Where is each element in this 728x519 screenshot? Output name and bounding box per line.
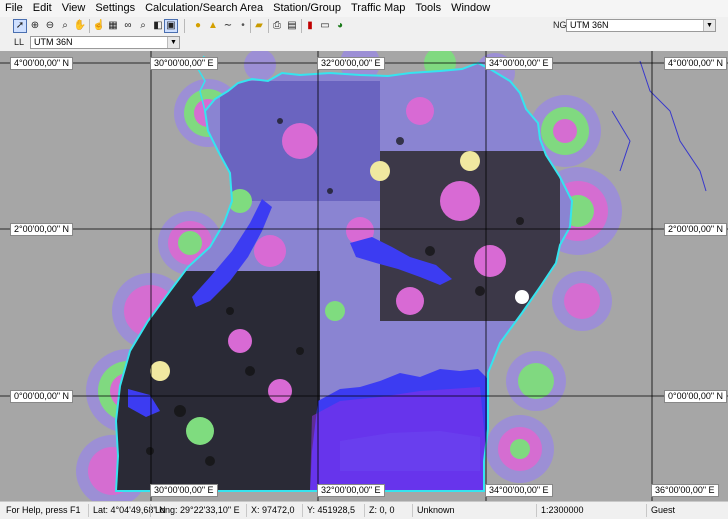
coordinate-system-value: UTM 36N	[34, 37, 73, 47]
grid-label-bottom-30e: 30°00'00,00" E	[150, 484, 218, 497]
projection-select-value: UTM 36N	[570, 20, 609, 30]
toolbar-separator	[301, 19, 302, 33]
circle-icon[interactable]: ●	[191, 19, 205, 33]
menu-file[interactable]: File	[0, 0, 28, 17]
status-latitude: Lat: 4°04'49,68" N	[88, 504, 166, 517]
toolbar-separator	[89, 19, 90, 33]
menu-station-group[interactable]: Station/Group	[268, 0, 346, 17]
grid-label-right-2n: 2°00'00,00" N	[664, 223, 728, 236]
status-y: Y: 451928,5	[302, 504, 364, 517]
river-line	[639, 60, 707, 192]
main-toolbar: ➚ ⊕ ⊖ ⌕ ✋ ☝ ▦ ∞ ⌕ ◧ ▣ ● ▲ ∼ • ▰ ⎙ ▤ ▮ ▭ …	[0, 17, 728, 36]
status-x: X: 97472,0	[246, 504, 302, 517]
zoom-area-icon[interactable]: ⌕	[58, 19, 72, 33]
ll-label: LL	[14, 37, 25, 47]
triangle-icon[interactable]: ▲	[206, 19, 220, 33]
toolbar-separator	[250, 19, 251, 33]
map-canvas[interactable]: 30°00'00,00" E 32°00'00,00" E 34°00'00,0…	[0, 51, 728, 501]
ng-label: NG	[553, 20, 567, 30]
map-svg	[0, 51, 728, 501]
grid-label-top-32e: 32°00'00,00" E	[317, 57, 385, 70]
chevron-down-icon[interactable]: ▼	[167, 37, 179, 48]
map-icon[interactable]: ▦	[106, 19, 120, 33]
grid-label-right-0n: 0°00'00,00" N	[664, 390, 728, 403]
grid-label-left-0n: 0°00'00,00" N	[10, 390, 74, 403]
menu-view[interactable]: View	[57, 0, 91, 17]
folder-icon[interactable]: ▰	[252, 19, 266, 33]
projection-select[interactable]: UTM 36N ▼	[566, 19, 716, 32]
menu-tools[interactable]: Tools	[410, 0, 446, 17]
grid-label-right-4n: 4°00'00,00" N	[664, 57, 728, 70]
print-preview-icon[interactable]: ▤	[285, 19, 299, 33]
layers-icon[interactable]: ◧	[151, 19, 165, 33]
status-help: For Help, press F1	[6, 505, 81, 515]
grid-label-left-2n: 2°00'00,00" N	[10, 223, 74, 236]
bar-chart-icon[interactable]: ▮	[303, 19, 317, 33]
menu-traffic-map[interactable]: Traffic Map	[346, 0, 410, 17]
monitor-icon[interactable]: ▭	[318, 19, 332, 33]
search-icon[interactable]: ⌕	[136, 19, 150, 33]
binoculars-icon[interactable]: ∞	[121, 19, 135, 33]
secondary-toolbar: LL UTM 36N ▼	[0, 35, 728, 52]
hand-icon[interactable]: ☝	[92, 19, 106, 33]
grid-label-bottom-36e: 36°00'00,00" E	[651, 484, 719, 497]
curve-icon[interactable]: ∼	[221, 19, 235, 33]
status-longitude: Long: 29°22'33,10" E	[150, 504, 246, 517]
menu-window[interactable]: Window	[446, 0, 495, 17]
menu-bar: File Edit View Settings Calculation/Sear…	[0, 0, 728, 18]
menu-calculation-search-area[interactable]: Calculation/Search Area	[140, 0, 268, 17]
chevron-down-icon[interactable]: ▼	[703, 20, 715, 31]
pie-chart-icon[interactable]: ◕	[333, 19, 347, 33]
status-z: Z: 0, 0	[364, 504, 412, 517]
river-line	[611, 110, 631, 172]
pan-hand-icon[interactable]: ✋	[73, 19, 87, 33]
image-icon[interactable]: ▣	[164, 19, 178, 33]
print-icon[interactable]: ⎙	[270, 19, 284, 33]
pointer-icon[interactable]: ➚	[13, 19, 27, 33]
menu-settings[interactable]: Settings	[90, 0, 140, 17]
grid-label-top-30e: 30°00'00,00" E	[150, 57, 218, 70]
status-user: Guest	[646, 504, 726, 517]
dot-icon[interactable]: •	[236, 19, 250, 33]
zoom-out-icon[interactable]: ⊖	[43, 19, 57, 33]
status-scale: 1:2300000	[536, 504, 646, 517]
zoom-in-icon[interactable]: ⊕	[28, 19, 42, 33]
status-bar: For Help, press F1 Lat: 4°04'49,68" N Lo…	[0, 501, 728, 519]
toolbar-separator	[268, 19, 269, 33]
grid-label-left-4n: 4°00'00,00" N	[10, 57, 74, 70]
toolbar-separator	[184, 19, 185, 33]
grid-label-bottom-32e: 32°00'00,00" E	[317, 484, 385, 497]
coordinate-system-select[interactable]: UTM 36N ▼	[30, 36, 180, 49]
grid-label-bottom-34e: 34°00'00,00" E	[485, 484, 553, 497]
status-unknown: Unknown	[412, 504, 536, 517]
menu-edit[interactable]: Edit	[28, 0, 57, 17]
grid-label-top-34e: 34°00'00,00" E	[485, 57, 553, 70]
